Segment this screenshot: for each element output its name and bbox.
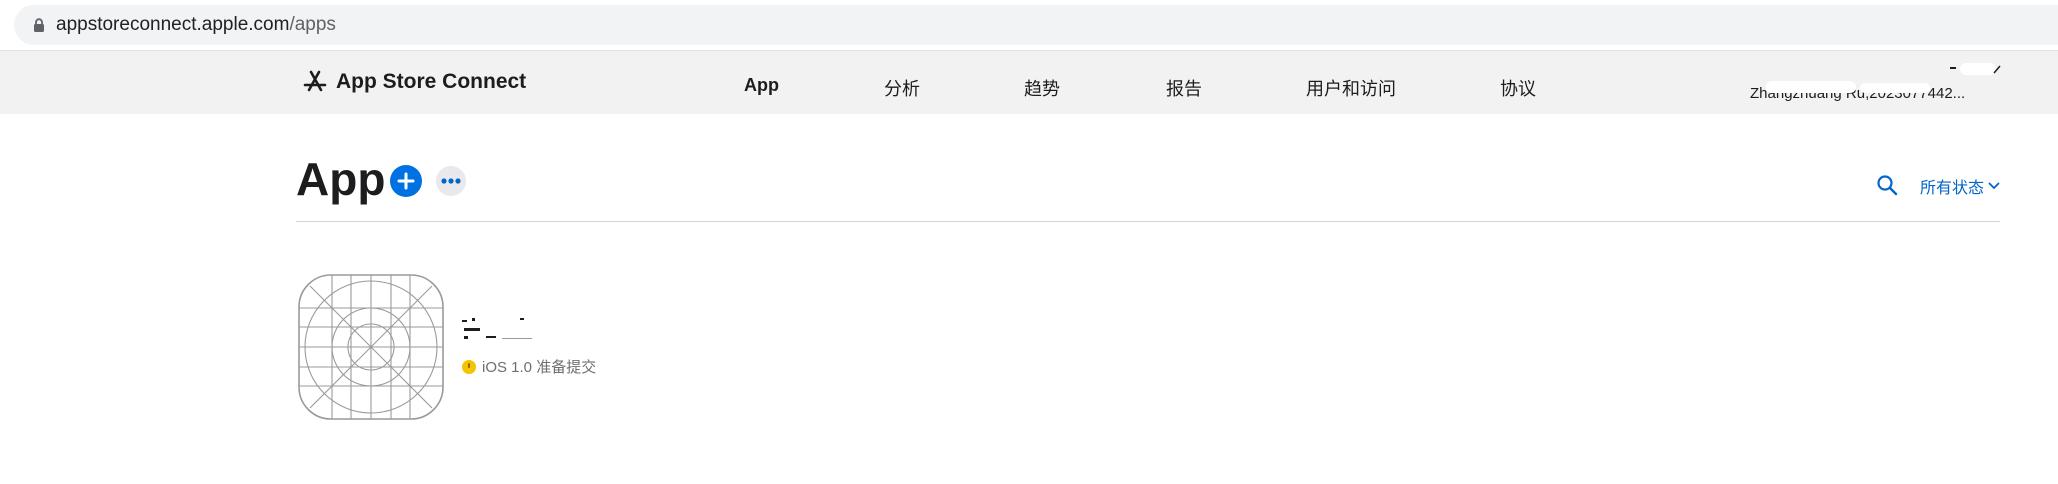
more-options-button[interactable] bbox=[436, 166, 466, 196]
status-filter-dropdown[interactable]: 所有状态 bbox=[1920, 174, 2000, 198]
app-card[interactable]: iOS 1.0 准备提交 bbox=[298, 274, 618, 422]
nav-item-app[interactable]: App bbox=[744, 75, 779, 96]
nav-item-analytics[interactable]: 分析 bbox=[884, 75, 920, 101]
nav-item-reports[interactable]: 报告 bbox=[1166, 75, 1202, 101]
browser-toolbar: appstoreconnect.apple.com/apps bbox=[0, 0, 2058, 50]
address-bar[interactable]: appstoreconnect.apple.com/apps bbox=[14, 5, 2058, 45]
top-navigation: App Store Connect App 分析 趋势 报告 用户和访问 协议 … bbox=[0, 50, 2058, 114]
app-name-redacted[interactable] bbox=[462, 314, 552, 346]
add-app-button[interactable] bbox=[390, 165, 422, 197]
ellipsis-icon bbox=[441, 178, 461, 184]
chevron-down-icon bbox=[1988, 182, 2000, 190]
redaction-mark bbox=[1860, 83, 1930, 93]
url-host: appstoreconnect.apple.com bbox=[56, 14, 290, 35]
page-title: App bbox=[296, 153, 386, 205]
search-icon[interactable] bbox=[1876, 174, 1898, 196]
redaction-mark bbox=[1766, 81, 1856, 93]
url-text[interactable]: appstoreconnect.apple.com/apps bbox=[56, 15, 336, 35]
app-placeholder-icon[interactable] bbox=[298, 274, 444, 420]
plus-icon bbox=[397, 172, 415, 190]
account-menu-redacted[interactable] bbox=[1950, 63, 2002, 77]
brand-link[interactable]: App Store Connect bbox=[302, 69, 526, 95]
warning-status-icon bbox=[462, 359, 476, 374]
status-filter-label: 所有状态 bbox=[1920, 180, 1985, 197]
url-path: /apps bbox=[289, 14, 336, 35]
app-status-text: iOS 1.0 准备提交 bbox=[482, 359, 597, 376]
app-store-icon bbox=[303, 70, 327, 92]
header-divider bbox=[296, 221, 2000, 222]
brand-name: App Store Connect bbox=[336, 70, 527, 93]
lock-icon[interactable] bbox=[32, 18, 46, 32]
nav-item-users-access[interactable]: 用户和访问 bbox=[1306, 75, 1396, 101]
nav-item-trends[interactable]: 趋势 bbox=[1024, 75, 1060, 101]
app-status: iOS 1.0 准备提交 bbox=[462, 356, 596, 377]
nav-item-agreements[interactable]: 协议 bbox=[1500, 75, 1536, 101]
